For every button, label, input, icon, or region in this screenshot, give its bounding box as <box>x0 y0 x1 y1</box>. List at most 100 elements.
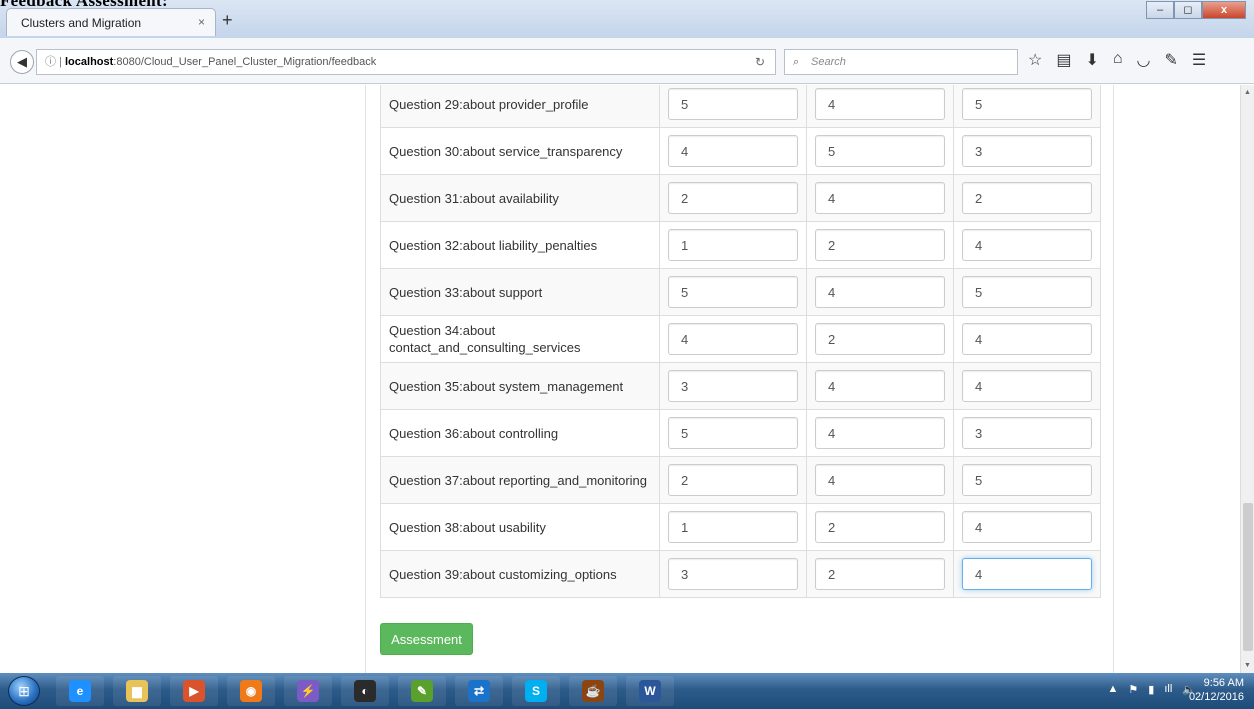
answer-input[interactable] <box>962 370 1092 402</box>
scroll-up-icon[interactable]: ▲ <box>1244 89 1251 96</box>
answer-input[interactable] <box>668 464 798 496</box>
tab-close-icon[interactable]: × <box>198 15 205 29</box>
answer-cell <box>806 85 954 128</box>
firefox-icon: ◉ <box>240 680 262 702</box>
browser-tab[interactable]: Clusters and Migration × <box>6 8 216 36</box>
answer-cell <box>953 362 1101 410</box>
menu-icon[interactable]: ☰ <box>1192 50 1206 70</box>
vertical-scrollbar[interactable]: ▲ ▼ <box>1240 85 1254 673</box>
assessment-button[interactable]: Assessment <box>380 623 473 655</box>
answer-input[interactable] <box>815 370 945 402</box>
taskbar-skype[interactable]: S <box>512 676 560 706</box>
taskbar-internet-explorer[interactable]: e <box>56 676 104 706</box>
java-ee-ide-icon: ☕ <box>582 680 604 702</box>
window-titlebar: Feedback Assessment: Clusters and Migrat… <box>0 0 1254 38</box>
answer-input[interactable] <box>815 558 945 590</box>
answer-input[interactable] <box>962 558 1092 590</box>
pocket-icon[interactable]: ◡ <box>1137 50 1151 70</box>
answer-input[interactable] <box>815 323 945 355</box>
minimize-button[interactable]: – <box>1146 1 1174 19</box>
answer-input[interactable] <box>962 229 1092 261</box>
answer-input[interactable] <box>962 182 1092 214</box>
answer-input[interactable] <box>962 417 1092 449</box>
url-bar[interactable]: ⓘ | localhost:8080/Cloud_User_Panel_Clus… <box>36 49 776 75</box>
table-row: Question 37:about reporting_and_monitori… <box>380 456 1101 504</box>
answer-input[interactable] <box>668 88 798 120</box>
network-icon[interactable]: ▮ <box>1148 683 1154 696</box>
taskbar-vpn[interactable]: ◐ <box>341 676 389 706</box>
internet-explorer-icon: e <box>69 680 91 702</box>
answer-input[interactable] <box>668 558 798 590</box>
download-icon[interactable]: ⬇ <box>1085 50 1098 70</box>
answer-input[interactable] <box>668 511 798 543</box>
answer-input[interactable] <box>668 229 798 261</box>
question-label: Question 37:about reporting_and_monitori… <box>380 456 660 504</box>
home-icon[interactable]: ⌂ <box>1113 50 1123 70</box>
close-window-button[interactable]: x <box>1202 1 1246 19</box>
extension-icon[interactable]: ✎ <box>1165 50 1178 70</box>
answer-input[interactable] <box>668 323 798 355</box>
windows-taskbar: ⊞ e ▆ ▶ ◉ ⚡ ◐ ✎ ⇄ S ☕ W ▲ ⚑ ▮ ıll 🔈 9:56 AM 02/12/… <box>0 673 1254 709</box>
answer-input[interactable] <box>815 464 945 496</box>
answer-input[interactable] <box>962 276 1092 308</box>
taskbar-java-ee-ide[interactable]: ☕ <box>569 676 617 706</box>
answer-input[interactable] <box>815 417 945 449</box>
answer-input[interactable] <box>815 511 945 543</box>
search-input[interactable]: ⌕ Search <box>784 49 1018 75</box>
answer-cell <box>953 315 1101 363</box>
taskbar-file-explorer[interactable]: ▆ <box>113 676 161 706</box>
answer-cell <box>806 409 954 457</box>
answer-input[interactable] <box>668 370 798 402</box>
reading-list-icon[interactable]: ▤ <box>1056 50 1071 70</box>
word-icon: W <box>639 680 661 702</box>
answer-input[interactable] <box>668 417 798 449</box>
answer-input[interactable] <box>815 135 945 167</box>
answer-input[interactable] <box>815 276 945 308</box>
table-row: Question 34:about contact_and_consulting… <box>380 315 1101 363</box>
answer-input[interactable] <box>962 464 1092 496</box>
table-row: Question 31:about availability <box>380 174 1101 222</box>
taskbar-firefox[interactable]: ◉ <box>227 676 275 706</box>
taskbar-teamviewer[interactable]: ⇄ <box>455 676 503 706</box>
clock-date: 02/12/2016 <box>1188 691 1244 703</box>
question-label: Question 38:about usability <box>380 503 660 551</box>
answer-cell <box>659 550 807 598</box>
answer-cell <box>659 127 807 175</box>
site-info-icon[interactable]: ⓘ | <box>45 50 62 74</box>
answer-input[interactable] <box>668 182 798 214</box>
maximize-button[interactable]: ◻ <box>1174 1 1202 19</box>
skype-icon: S <box>525 680 547 702</box>
table-row: Question 30:about service_transparency <box>380 127 1101 175</box>
question-label: Question 33:about support <box>380 268 660 316</box>
answer-cell <box>806 503 954 551</box>
answer-input[interactable] <box>815 182 945 214</box>
answer-input[interactable] <box>815 88 945 120</box>
new-tab-button[interactable]: + <box>222 10 233 31</box>
answer-input[interactable] <box>815 229 945 261</box>
answer-input[interactable] <box>962 511 1092 543</box>
star-icon[interactable]: ☆ <box>1028 50 1042 70</box>
back-button[interactable]: ◀ <box>10 50 34 74</box>
taskbar-visual-studio[interactable]: ⚡ <box>284 676 332 706</box>
window-controls: – ◻ x <box>1146 1 1246 19</box>
clock[interactable]: 9:56 AM 02/12/2016 <box>1189 676 1244 704</box>
answer-cell <box>806 315 954 363</box>
table-row: Question 35:about system_management <box>380 362 1101 410</box>
answer-input[interactable] <box>962 135 1092 167</box>
reload-icon[interactable]: ↻ <box>755 50 765 74</box>
answer-input[interactable] <box>962 323 1092 355</box>
tray-arrow-icon[interactable]: ▲ <box>1108 683 1119 696</box>
scroll-down-icon[interactable]: ▼ <box>1244 662 1251 669</box>
answer-input[interactable] <box>962 88 1092 120</box>
answer-input[interactable] <box>668 276 798 308</box>
taskbar-media-player[interactable]: ▶ <box>170 676 218 706</box>
signal-icon[interactable]: ıll <box>1164 683 1172 696</box>
flag-icon[interactable]: ⚑ <box>1128 683 1138 696</box>
start-button[interactable]: ⊞ <box>8 676 40 706</box>
scroll-thumb[interactable] <box>1243 503 1253 651</box>
answer-input[interactable] <box>668 135 798 167</box>
url-host: localhost <box>65 56 114 68</box>
taskbar-word[interactable]: W <box>626 676 674 706</box>
taskbar-notepad[interactable]: ✎ <box>398 676 446 706</box>
question-label: Question 32:about liability_penalties <box>380 221 660 269</box>
